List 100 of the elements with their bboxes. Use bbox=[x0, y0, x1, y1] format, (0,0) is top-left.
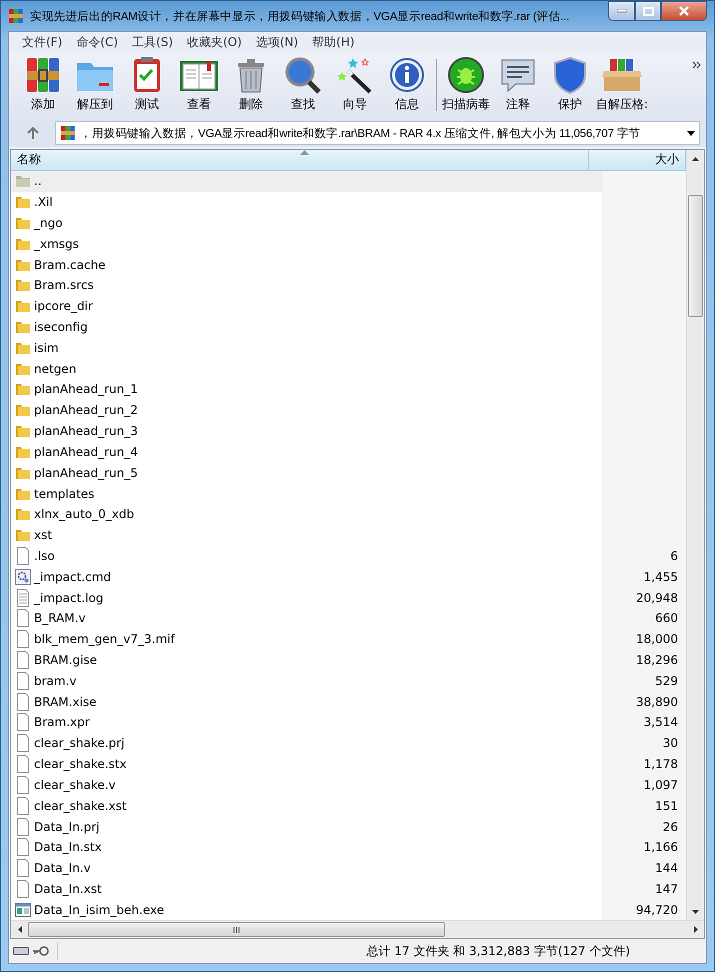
toolbar-button[interactable]: 扫描病毒 bbox=[440, 55, 492, 113]
file-row[interactable]: Data_In.xst 147 bbox=[11, 878, 686, 900]
program-window-icon bbox=[15, 902, 31, 918]
file-icon bbox=[15, 880, 31, 898]
file-name: clear_shake.stx bbox=[34, 757, 127, 772]
chevron-icon[interactable] bbox=[692, 61, 702, 69]
scroll-up-icon[interactable] bbox=[692, 156, 699, 160]
scroll-right-icon[interactable] bbox=[694, 926, 698, 933]
file-row[interactable]: ipcore_dir bbox=[11, 296, 686, 317]
file-row[interactable]: _impact.cmd 1,455 bbox=[11, 566, 686, 588]
toolbar-button[interactable]: 删除 bbox=[225, 55, 277, 113]
toolbar-button[interactable]: 测试 bbox=[121, 55, 173, 113]
file-icon bbox=[15, 859, 31, 878]
file-row[interactable]: _ngo bbox=[11, 212, 686, 234]
dropdown-caret-icon[interactable] bbox=[687, 130, 695, 136]
file-row[interactable]: Bram.srcs bbox=[11, 274, 686, 296]
toolbar-button[interactable]: 添加 bbox=[17, 55, 69, 113]
file-icon bbox=[15, 609, 31, 628]
maximize-icon bbox=[642, 6, 654, 16]
file-row[interactable]: clear_shake.stx 1,178 bbox=[11, 754, 686, 774]
toolbar-button[interactable]: 向导 bbox=[329, 55, 381, 113]
vertical-scrollbar[interactable] bbox=[686, 150, 704, 920]
file-name: isim bbox=[34, 340, 59, 355]
file-size: 18,000 bbox=[636, 632, 678, 646]
file-name: bram.v bbox=[34, 674, 77, 688]
file-icon bbox=[15, 838, 31, 856]
file-row[interactable]: BRAM.xise 38,890 bbox=[11, 691, 686, 712]
file-row[interactable]: Data_In.prj 26 bbox=[11, 816, 686, 837]
file-row[interactable]: clear_shake.prj 30 bbox=[11, 732, 686, 754]
file-icon bbox=[15, 818, 31, 836]
file-row[interactable]: isim bbox=[11, 337, 686, 358]
file-name: Data_In_isim_beh.exe bbox=[34, 902, 164, 917]
menu-item[interactable]: 工具(S) bbox=[125, 34, 180, 50]
close-button[interactable] bbox=[661, 1, 707, 21]
file-row[interactable]: BRAM.gise 18,296 bbox=[11, 650, 686, 670]
file-name: xst bbox=[34, 528, 52, 542]
toolbar-button[interactable]: 查找 bbox=[277, 55, 329, 113]
file-name: Bram.xpr bbox=[34, 715, 90, 730]
file-row[interactable]: .lso 6 bbox=[11, 546, 686, 566]
toolbar-button[interactable]: 自解压格: bbox=[596, 55, 648, 113]
folder-icon bbox=[15, 319, 31, 336]
scrollbar-thumb[interactable] bbox=[28, 922, 445, 937]
file-size: 38,890 bbox=[636, 694, 678, 709]
file-row[interactable]: planAhead_run_4 bbox=[11, 441, 686, 462]
file-row[interactable]: .. bbox=[11, 170, 686, 192]
file-row[interactable]: Bram.cache bbox=[11, 254, 686, 275]
scrollbar-thumb[interactable] bbox=[688, 195, 703, 317]
toolbar-button[interactable]: 注释 bbox=[492, 55, 544, 113]
file-name: blk_mem_gen_v7_3.mif bbox=[34, 632, 175, 646]
file-row[interactable]: clear_shake.v 1,097 bbox=[11, 774, 686, 796]
file-row[interactable]: planAhead_run_2 bbox=[11, 400, 686, 421]
menu-item[interactable]: 文件(F) bbox=[15, 34, 70, 50]
file-size: 1,178 bbox=[644, 757, 678, 772]
scroll-down-icon[interactable] bbox=[692, 910, 699, 914]
file-row[interactable]: Data_In.stx 1,166 bbox=[11, 836, 686, 858]
file-name: planAhead_run_3 bbox=[34, 424, 138, 438]
file-row[interactable]: Data_In_isim_beh.exe 94,720 bbox=[11, 899, 686, 920]
file-row[interactable]: clear_shake.xst 151 bbox=[11, 795, 686, 816]
file-row[interactable]: bram.v 529 bbox=[11, 670, 686, 692]
file-row[interactable]: _xmsgs bbox=[11, 233, 686, 254]
file-row[interactable]: blk_mem_gen_v7_3.mif 18,000 bbox=[11, 628, 686, 650]
address-field[interactable]: ，用拨码键输入数据，VGA显示read和write和数字.rar\BRAM - RAR 4.x 压缩文件, 解包大小为 11,056,707 字节 bbox=[55, 121, 700, 145]
grip-icon bbox=[233, 926, 240, 932]
file-row[interactable]: B_RAM.v 660 bbox=[11, 608, 686, 629]
file-name: clear_shake.prj bbox=[34, 736, 124, 750]
gear-file-icon bbox=[15, 568, 31, 585]
menu-item[interactable]: 命令(C) bbox=[69, 34, 126, 50]
menu-item[interactable]: 选项(N) bbox=[248, 34, 306, 50]
file-row[interactable]: netgen bbox=[11, 358, 686, 380]
toolbar-button[interactable]: 查看 bbox=[173, 55, 225, 113]
file-row[interactable]: xst bbox=[11, 524, 686, 546]
scroll-left-icon[interactable] bbox=[18, 926, 22, 933]
column-header[interactable]: 大小 bbox=[589, 150, 686, 171]
sort-caret-icon bbox=[300, 150, 308, 155]
file-row[interactable]: planAhead_run_5 bbox=[11, 462, 686, 484]
file-row[interactable]: planAhead_run_3 bbox=[11, 420, 686, 442]
file-row[interactable]: .Xil bbox=[11, 192, 686, 213]
file-row[interactable]: xlnx_auto_0_xdb bbox=[11, 504, 686, 525]
file-row[interactable]: Data_In.v 144 bbox=[11, 858, 686, 879]
folder-icon bbox=[15, 277, 31, 294]
toolbar-button[interactable]: 保护 bbox=[544, 55, 596, 113]
toolbar-button[interactable]: 解压到 bbox=[69, 55, 121, 113]
file-row[interactable]: iseconfig bbox=[11, 316, 686, 338]
maximize-button[interactable] bbox=[635, 1, 661, 21]
file-row[interactable]: planAhead_run_1 bbox=[11, 379, 686, 400]
menu-item[interactable]: 帮助(H) bbox=[305, 34, 362, 50]
file-name: .. bbox=[34, 174, 42, 188]
minimize-icon bbox=[616, 9, 626, 13]
toolbar-button[interactable]: 信息 bbox=[381, 55, 433, 113]
minimize-button[interactable] bbox=[608, 1, 635, 21]
file-size: 144 bbox=[655, 861, 678, 876]
horizontal-scrollbar[interactable] bbox=[11, 920, 704, 938]
file-icon bbox=[15, 776, 31, 794]
file-row[interactable]: templates bbox=[11, 483, 686, 504]
file-row[interactable]: _impact.log 20,948 bbox=[11, 587, 686, 608]
file-row[interactable]: Bram.xpr 3,514 bbox=[11, 712, 686, 733]
column-header[interactable]: 名称 bbox=[11, 150, 589, 171]
folder-icon bbox=[15, 173, 31, 190]
menu-item[interactable]: 收藏夹(O) bbox=[180, 34, 249, 50]
file-name: xlnx_auto_0_xdb bbox=[34, 507, 134, 522]
